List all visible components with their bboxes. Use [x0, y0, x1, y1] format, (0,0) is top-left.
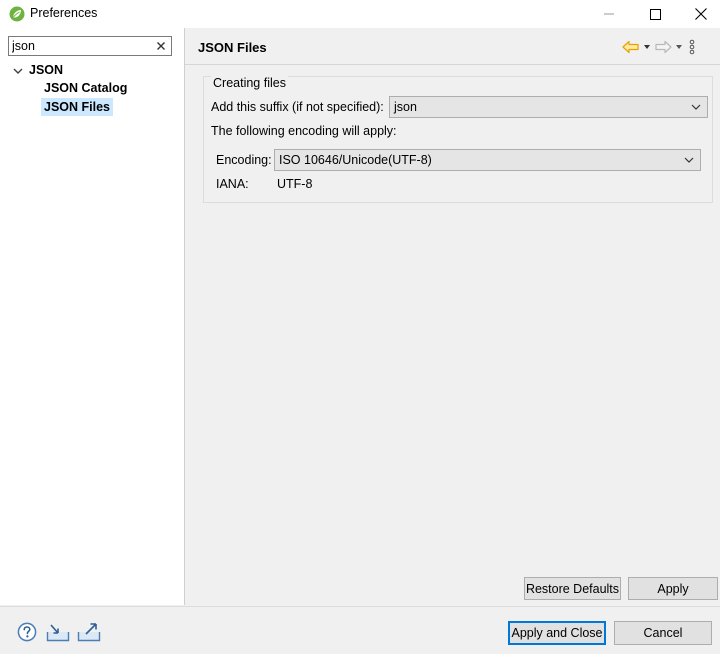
dialog-button-bar — [0, 606, 720, 654]
apply-and-close-button[interactable]: Apply and Close — [508, 621, 606, 645]
encoding-note: The following encoding will apply: — [211, 124, 397, 138]
chevron-down-icon — [684, 157, 694, 163]
page-title: JSON Files — [198, 40, 267, 55]
import-icon[interactable] — [46, 623, 70, 642]
tree-item-json-catalog[interactable]: JSON Catalog — [44, 81, 127, 95]
back-dropdown-icon[interactable] — [642, 40, 652, 54]
close-button[interactable] — [678, 0, 720, 28]
export-icon[interactable] — [77, 622, 101, 642]
apply-button[interactable]: Apply — [628, 577, 718, 600]
group-title: Creating files — [211, 76, 288, 90]
minimize-button[interactable] — [586, 0, 632, 28]
cancel-button[interactable]: Cancel — [614, 621, 712, 645]
encoding-value: ISO 10646/Unicode(UTF-8) — [279, 153, 432, 167]
back-arrow-icon[interactable] — [622, 40, 640, 54]
maximize-icon — [649, 8, 661, 20]
filter-field[interactable] — [8, 36, 172, 56]
encoding-label: Encoding: — [216, 153, 272, 167]
restore-defaults-button[interactable]: Restore Defaults — [524, 577, 621, 600]
tree-item-json-files[interactable]: JSON Files — [41, 98, 113, 116]
close-icon — [695, 8, 707, 20]
iana-label: IANA: — [216, 177, 249, 191]
forward-dropdown-icon[interactable] — [674, 40, 684, 54]
maximize-button[interactable] — [632, 0, 678, 28]
minimize-icon — [604, 13, 614, 15]
clear-filter-icon[interactable] — [154, 39, 168, 53]
window-title: Preferences — [30, 6, 98, 20]
view-menu-icon[interactable] — [686, 39, 698, 55]
suffix-label: Add this suffix (if not specified): — [211, 100, 384, 114]
chevron-down-icon — [691, 104, 701, 110]
spring-leaf-icon — [9, 6, 25, 22]
chevron-down-icon[interactable] — [12, 65, 24, 77]
suffix-select[interactable]: json — [389, 96, 708, 118]
suffix-value: json — [394, 100, 417, 114]
help-icon[interactable] — [17, 622, 37, 642]
tree-item-json[interactable]: JSON — [29, 63, 63, 77]
page-navigation — [622, 38, 698, 56]
forward-arrow-icon[interactable] — [654, 40, 672, 54]
filter-input[interactable] — [12, 38, 152, 54]
iana-value: UTF-8 — [277, 177, 313, 191]
encoding-select[interactable]: ISO 10646/Unicode(UTF-8) — [274, 149, 701, 171]
